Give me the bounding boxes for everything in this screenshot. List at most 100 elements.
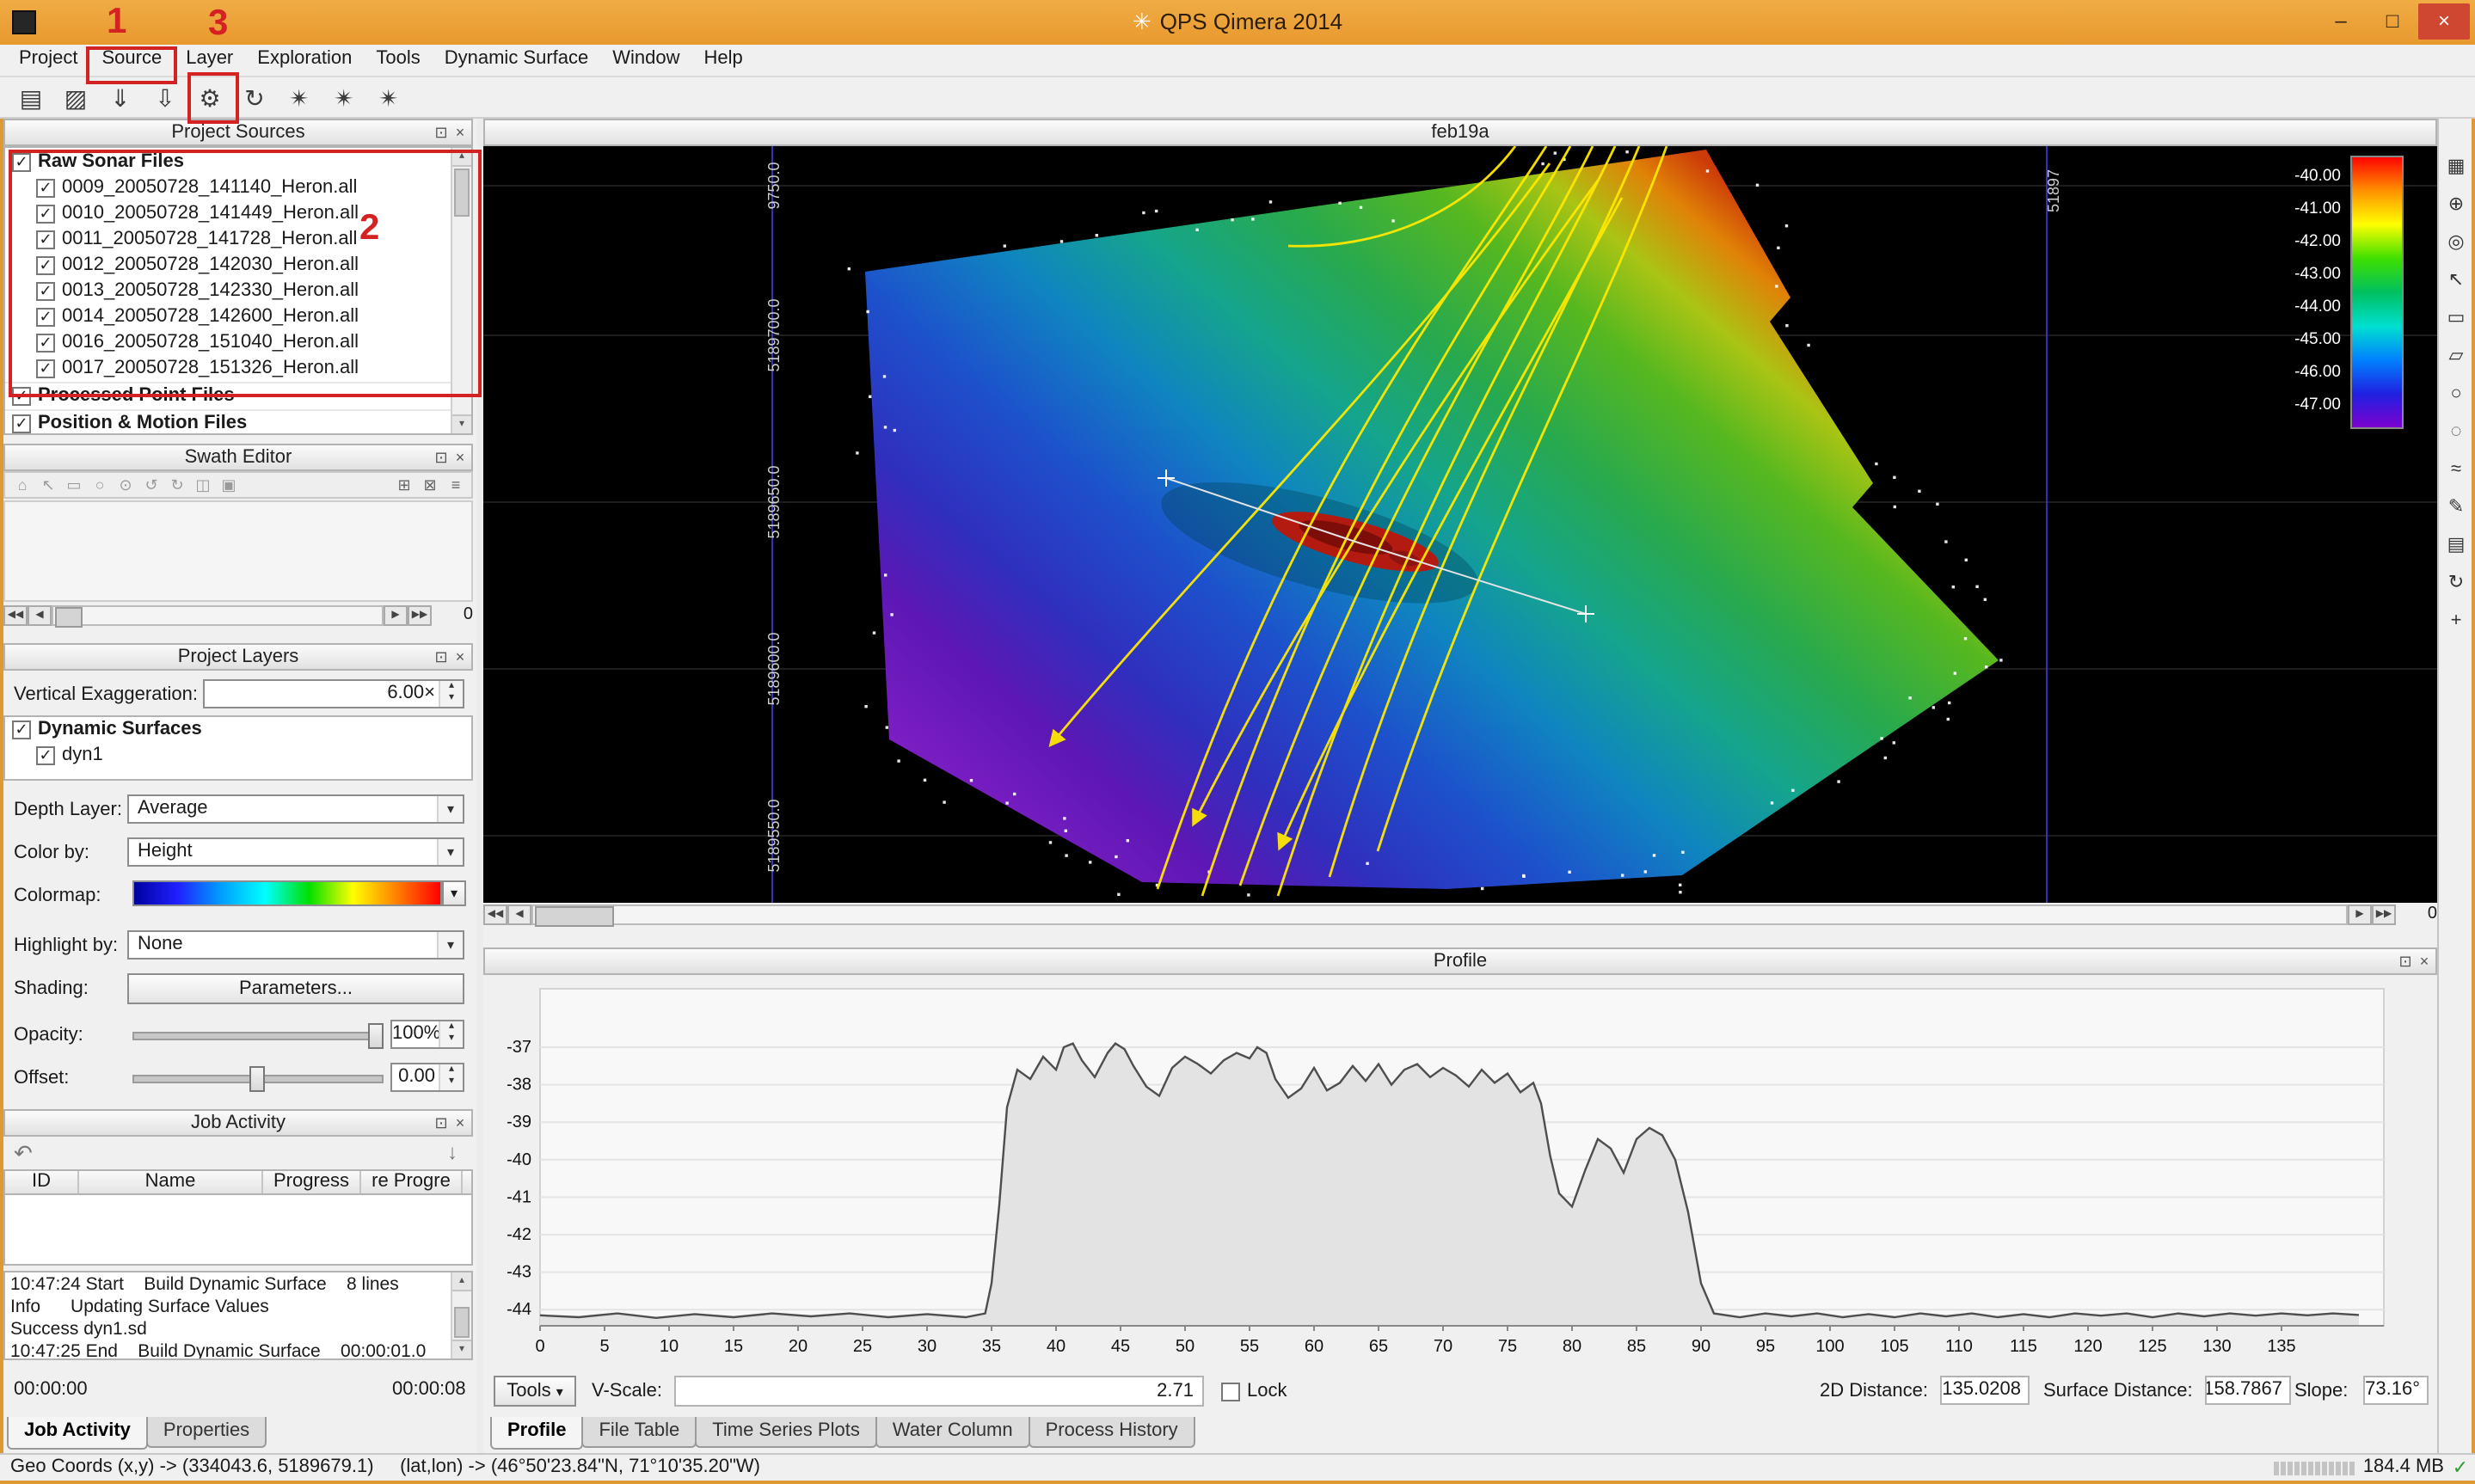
colormap-tool-icon[interactable]: ▤ [2442,531,2470,559]
checkbox-icon[interactable]: ✓ [36,359,55,378]
chevron-down-icon[interactable]: ▾ [437,796,463,822]
shading-parameters-button[interactable]: Parameters... [127,973,464,1004]
menu-window[interactable]: Window [600,45,691,77]
source-file-row[interactable]: ✓0016_20050728_151040_Heron.all [5,330,452,356]
spin-arrows-icon[interactable]: ▴▾ [439,1064,463,1090]
profile-tools-button[interactable]: Tools ▾ [494,1376,576,1407]
source-group-0[interactable]: ✓Raw Sonar Files [5,150,452,175]
profile-chart[interactable]: -37-38-39-40-41-42-43-440510152025303540… [483,975,2437,1367]
open-project-icon[interactable]: ▨ [58,81,93,115]
source-file-row[interactable]: ✓0017_20050728_151326_Heron.all [5,356,452,382]
swath-save-icon[interactable]: ▣ [217,475,241,497]
maximize-button[interactable]: □ [2367,3,2418,40]
scene-3d-viewport[interactable]: 9750.05189700.05189650.05189600.05189550… [483,146,2437,903]
processing-settings-gear-icon[interactable]: ⚙ [193,81,227,115]
source-file-row[interactable]: ✓0009_20050728_141140_Heron.all [5,175,452,201]
checkbox-icon[interactable]: ✓ [36,179,55,198]
vscale-input[interactable]: 2.71 [674,1376,1204,1407]
new-project-icon[interactable]: ▤ [14,81,48,115]
grid-view-icon[interactable]: ▦ [2442,153,2470,181]
checkbox-icon[interactable]: ✓ [36,282,55,301]
scroll-last-icon[interactable]: ▶▶ [2372,904,2396,924]
select-lasso-icon[interactable]: ◌ [2442,418,2470,445]
scroll-next-icon[interactable]: ▶ [2348,904,2372,924]
depth-layer-combobox[interactable]: Average ▾ [127,794,464,824]
menu-layer[interactable]: Layer [174,45,245,77]
checkbox-icon[interactable]: ✓ [12,414,31,433]
menu-tools[interactable]: Tools [364,45,432,77]
job-column-1[interactable]: Name [79,1171,263,1193]
close-panel-icon[interactable]: × [451,120,470,144]
crosshair-icon[interactable]: ⊕ [2442,191,2470,218]
swath-undo-icon[interactable]: ↺ [139,475,163,497]
source-file-row[interactable]: ✓0011_20050728_141728_Heron.all [5,227,452,253]
close-panel-icon[interactable]: × [2415,949,2434,973]
swath-zoom-icon[interactable]: ○ [88,475,112,497]
chevron-down-icon[interactable]: ▾ [437,839,463,865]
vertical-exaggeration-spinbox[interactable]: 6.00× ▴▾ [203,679,464,708]
cursor-arrow-icon[interactable]: ↖ [2442,267,2470,294]
tab-profile[interactable]: Profile [490,1417,583,1450]
source-file-row[interactable]: ✓0010_20050728_141449_Heron.all [5,201,452,227]
source-file-row[interactable]: ✓0013_20050728_142330_Heron.all [5,279,452,304]
job-table-body[interactable] [3,1193,473,1266]
spin-arrows-icon[interactable]: ▴▾ [439,1021,463,1047]
scroll-last-icon[interactable]: ▶▶ [408,604,432,625]
colormap-dropdown-icon[interactable]: ▾ [442,880,466,906]
scroll-to-bottom-icon[interactable]: ↓ [447,1140,458,1166]
close-button[interactable]: × [2418,3,2470,40]
swath-home-icon[interactable]: ⌂ [10,475,34,497]
select-rect-icon[interactable]: ▭ [2442,304,2470,332]
menu-help[interactable]: Help [692,45,755,77]
rotate-view-icon[interactable]: ↻ [2442,569,2470,597]
scroll-first-icon[interactable]: ◀◀ [3,604,28,625]
sonar-beacon-icon-2[interactable]: ✴ [327,81,361,115]
tab-properties[interactable]: Properties [146,1417,267,1448]
scroll-up-icon[interactable]: ▴ [452,148,471,167]
float-panel-icon[interactable]: ⊡ [2396,949,2415,973]
scroll-up-icon[interactable]: ▴ [452,1272,471,1291]
swath-accept-icon[interactable]: ⊙ [114,475,138,497]
checkbox-icon[interactable]: ✓ [36,334,55,353]
target-icon[interactable]: ◎ [2442,229,2470,256]
offset-slider[interactable] [132,1064,384,1090]
slider-thumb[interactable] [368,1023,384,1049]
scroll-thumb[interactable] [535,905,614,926]
swath-menu-icon[interactable]: ≡ [444,475,468,497]
add-raw-sonar-files-icon[interactable]: ⇓ [103,81,138,115]
scene-scrollbar[interactable]: ◀◀ ◀ ▶ ▶▶ 0 [483,903,2437,925]
vertical-splitter[interactable] [476,119,483,1453]
swath-select-icon[interactable]: ▭ [62,475,86,497]
scroll-track[interactable] [531,904,2348,924]
checkbox-icon[interactable]: ✓ [12,721,31,739]
pan-view-icon[interactable]: + [2442,607,2470,635]
sonar-beacon-icon-1[interactable]: ✴ [282,81,316,115]
close-panel-icon[interactable]: × [451,445,470,469]
menu-project[interactable]: Project [7,45,90,77]
lock-checkbox[interactable] [1221,1383,1240,1401]
scroll-next-icon[interactable]: ▶ [384,604,408,625]
source-group-2[interactable]: ✓Position & Motion Files [5,409,452,435]
menu-exploration[interactable]: Exploration [245,45,364,77]
swath-filter-icon[interactable]: ⊞ [392,475,416,497]
swath-editor-view[interactable] [3,500,473,602]
undo-icon[interactable]: ↶ [14,1140,33,1166]
job-column-0[interactable]: ID [5,1171,79,1193]
checkbox-icon[interactable]: ✓ [36,256,55,275]
reprocess-icon[interactable]: ↻ [237,81,272,115]
tab-time-series-plots[interactable]: Time Series Plots [695,1417,877,1448]
select-polygon-icon[interactable]: ▱ [2442,342,2470,370]
swath-view-icon[interactable]: ◫ [191,475,215,497]
checkbox-icon[interactable]: ✓ [12,387,31,406]
scroll-prev-icon[interactable]: ◀ [507,904,531,924]
checkbox-icon[interactable]: ✓ [36,308,55,327]
swath-editor-scrollbar[interactable]: ◀◀ ◀ ▶ ▶▶ 0 [3,604,473,626]
source-file-row[interactable]: ✓0012_20050728_142030_Heron.all [5,253,452,279]
close-panel-icon[interactable]: × [451,645,470,669]
float-panel-icon[interactable]: ⊡ [432,1111,451,1135]
slider-track[interactable] [132,1032,384,1040]
checkbox-icon[interactable]: ✓ [36,230,55,249]
color-by-combobox[interactable]: Height ▾ [127,837,464,867]
tab-job-activity[interactable]: Job Activity [7,1417,148,1450]
highlight-by-combobox[interactable]: None ▾ [127,930,464,960]
